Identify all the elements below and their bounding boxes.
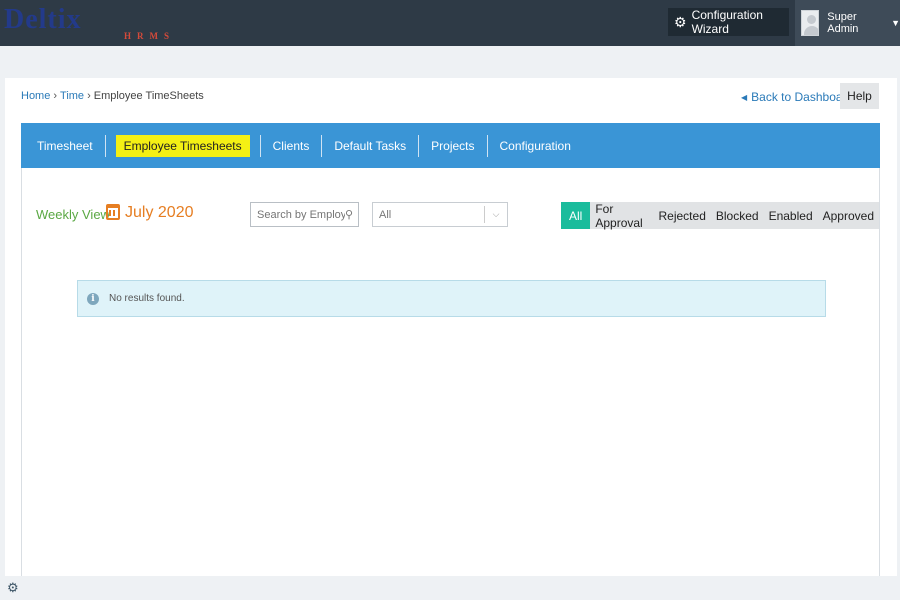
tab-projects[interactable]: Projects (423, 135, 482, 157)
status-select-value: All (379, 208, 392, 221)
search-icon[interactable]: ⚲ (345, 208, 353, 221)
tab-divider (104, 134, 106, 157)
configuration-wizard-button[interactable]: ⚙ Configuration Wizard (668, 8, 789, 36)
info-icon: i (87, 292, 99, 305)
gears-icon: ⚙ (674, 13, 687, 30)
deltix-hrms-logo[interactable]: Deltix HRMS (4, 4, 194, 44)
back-to-dashboard-link[interactable]: ◀ Back to Dashboard (741, 90, 853, 104)
help-button[interactable]: Help (840, 83, 879, 109)
filter-approved[interactable]: Approved (818, 202, 879, 229)
employee-search[interactable]: ⚲ (250, 202, 359, 227)
tab-employee-timesheets[interactable]: Employee Timesheets (115, 134, 250, 157)
timesheets-panel: Weekly View July 2020 ⚲ All ⌵ All For Ap… (21, 168, 880, 578)
weekly-view-label[interactable]: Weekly View (36, 207, 110, 222)
back-to-dashboard-label: Back to Dashboard (751, 90, 854, 104)
main-card: Home › Time › Employee TimeSheets ◀ Back… (5, 78, 897, 578)
status-select[interactable]: All ⌵ (372, 202, 508, 227)
logo-text: Deltix (4, 4, 82, 35)
tab-divider (486, 134, 488, 157)
current-month[interactable]: July 2020 (125, 204, 194, 222)
calendar-icon[interactable] (106, 204, 120, 220)
bottom-bar: ⚙ (0, 576, 900, 600)
no-results-alert: i No results found. (77, 280, 826, 317)
filter-rejected[interactable]: Rejected (654, 202, 711, 229)
user-name: Super Admin (827, 11, 859, 35)
user-menu[interactable]: Super Admin ▼ (795, 0, 900, 46)
avatar (801, 10, 820, 36)
filter-blocked[interactable]: Blocked (711, 202, 764, 229)
chevron-down-icon: ⌵ (492, 209, 500, 219)
breadcrumb-home-link[interactable]: Home (21, 90, 50, 102)
tab-divider (418, 134, 420, 157)
status-filter-group: All For Approval Rejected Blocked Enable… (561, 202, 879, 230)
configuration-wizard-label: Configuration Wizard (691, 8, 763, 36)
tab-configuration[interactable]: Configuration (492, 135, 579, 157)
caret-down-icon: ▼ (891, 18, 900, 28)
tab-divider (259, 134, 261, 157)
top-navbar: Deltix HRMS ⚙ Configuration Wizard Super… (0, 0, 900, 46)
filter-all[interactable]: All (561, 202, 591, 229)
filter-enabled[interactable]: Enabled (764, 202, 818, 229)
tab-divider (321, 134, 323, 157)
breadcrumb-current: Employee TimeSheets (93, 90, 204, 102)
logo-subtext: HRMS (124, 31, 175, 41)
filter-for-approval[interactable]: For Approval (590, 202, 653, 230)
alert-text: No results found. (109, 293, 185, 304)
breadcrumb: Home › Time › Employee TimeSheets (21, 90, 204, 102)
breadcrumb-separator: › (53, 90, 58, 102)
settings-gear-icon[interactable]: ⚙ (7, 580, 19, 596)
tab-clients[interactable]: Clients (265, 135, 318, 157)
tab-timesheet[interactable]: Timesheet (29, 135, 101, 157)
employee-search-input[interactable] (257, 208, 345, 221)
module-tabs: Timesheet Employee Timesheets Clients De… (21, 123, 880, 168)
breadcrumb-separator: › (87, 90, 91, 102)
caret-left-icon: ◀ (741, 92, 748, 102)
breadcrumb-time-link[interactable]: Time (60, 90, 84, 102)
tab-default-tasks[interactable]: Default Tasks (326, 135, 414, 157)
